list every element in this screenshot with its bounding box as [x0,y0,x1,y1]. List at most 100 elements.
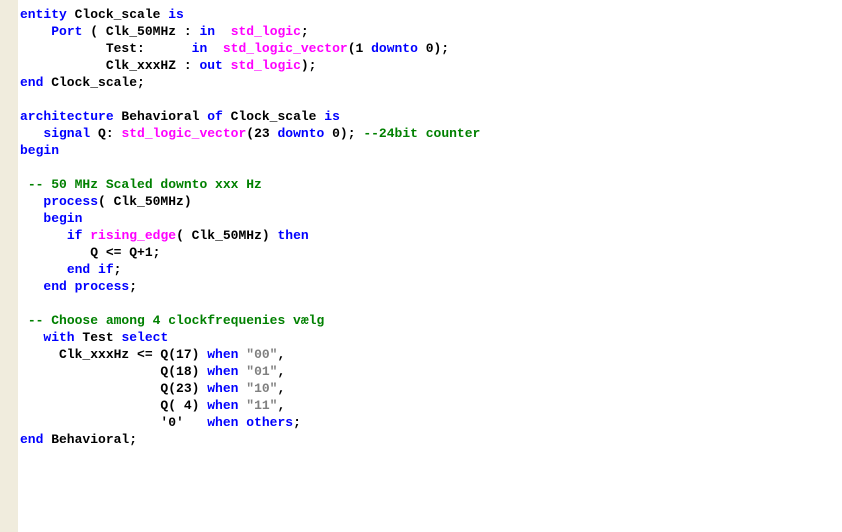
code-line: process( Clk_50MHz) [20,193,480,210]
code-line: Q(18) when "01", [20,363,480,380]
code-token: (1 [348,41,371,56]
code-token [20,126,43,141]
code-token: begin [43,211,82,226]
code-token: process [75,279,130,294]
code-line [20,91,480,108]
code-token: std_logic_vector [121,126,246,141]
code-token: ; [301,24,309,39]
code-token: if [98,262,114,277]
code-token: Q(23) [20,381,207,396]
code-token: downto [371,41,418,56]
code-token: end [20,432,43,447]
code-token: "01" [246,364,277,379]
code-line: '0' when others; [20,414,480,431]
code-token: std_logic [231,58,301,73]
code-token [67,279,75,294]
code-token: '0' [20,415,207,430]
code-token: ( Clk_50MHz) [98,194,192,209]
code-line: Q(23) when "10", [20,380,480,397]
code-token: , [277,381,285,396]
code-token: ( Clk_50MHz) [176,228,277,243]
code-line: -- 50 MHz Scaled downto xxx Hz [20,176,480,193]
code-token: end [67,262,90,277]
code-line: Port ( Clk_50MHz : in std_logic; [20,23,480,40]
code-token: Test [75,330,122,345]
code-token: std_logic [231,24,301,39]
code-token: Q( 4) [20,398,207,413]
code-token [20,262,67,277]
code-line [20,159,480,176]
code-token: Clk_xxxHz <= Q(17) [20,347,207,362]
code-line: if rising_edge( Clk_50MHz) then [20,227,480,244]
code-token [20,313,28,328]
code-token: process [43,194,98,209]
code-token: entity [20,7,67,22]
code-area: entity Clock_scale is Port ( Clk_50MHz :… [18,0,480,532]
code-token: -- 50 MHz Scaled downto xxx Hz [28,177,262,192]
code-token: Q(18) [20,364,207,379]
code-token: rising_edge [90,228,176,243]
code-token: end [43,279,66,294]
code-token: ( Clk_50MHz : [82,24,199,39]
code-token [20,330,43,345]
code-token: when [207,364,238,379]
code-token [215,24,231,39]
code-token: with [43,330,74,345]
code-token: ; [114,262,122,277]
code-token: others [246,415,293,430]
code-token: ; [293,415,301,430]
code-token [20,279,43,294]
code-token: in [199,24,215,39]
code-token: when [207,381,238,396]
code-line: Q( 4) when "11", [20,397,480,414]
code-token: 0); [418,41,449,56]
code-token: ); [301,58,317,73]
code-token: -- Choose among 4 clockfrequenies vælg [28,313,324,328]
code-token: end [20,75,43,90]
code-line: end if; [20,261,480,278]
code-token: when [207,415,238,430]
code-line: with Test select [20,329,480,346]
code-token: if [67,228,83,243]
code-token: Clk_xxxHZ : [20,58,199,73]
code-token [20,194,43,209]
code-token: is [324,109,340,124]
code-token: Port [51,24,82,39]
code-token [90,262,98,277]
code-token: downto [277,126,324,141]
code-token: out [199,58,222,73]
code-token [20,211,43,226]
code-token [20,228,67,243]
code-line: Clk_xxxHZ : out std_logic); [20,57,480,74]
code-line: begin [20,210,480,227]
code-token: in [192,41,208,56]
code-token [207,41,223,56]
code-line: Q <= Q+1; [20,244,480,261]
code-line: end process; [20,278,480,295]
code-token: Behavioral; [43,432,137,447]
code-line: begin [20,142,480,159]
code-line: Clk_xxxHz <= Q(17) when "00", [20,346,480,363]
code-line: -- Choose among 4 clockfrequenies vælg [20,312,480,329]
code-token: when [207,347,238,362]
code-token: --24bit counter [363,126,480,141]
code-token: "00" [246,347,277,362]
code-token: std_logic_vector [223,41,348,56]
code-line: signal Q: std_logic_vector(23 downto 0);… [20,125,480,142]
code-token [223,58,231,73]
code-line: end Behavioral; [20,431,480,448]
code-token: select [121,330,168,345]
code-token [20,177,28,192]
code-token: begin [20,143,59,158]
code-line [20,295,480,312]
code-token: Clock_scale; [43,75,144,90]
code-token: 0); [324,126,363,141]
code-token: "11" [246,398,277,413]
code-token: Clock_scale [223,109,324,124]
code-token: Test: [20,41,192,56]
code-line: end Clock_scale; [20,74,480,91]
code-token: is [168,7,184,22]
code-token: "10" [246,381,277,396]
code-token: then [277,228,308,243]
code-token: Behavioral [114,109,208,124]
